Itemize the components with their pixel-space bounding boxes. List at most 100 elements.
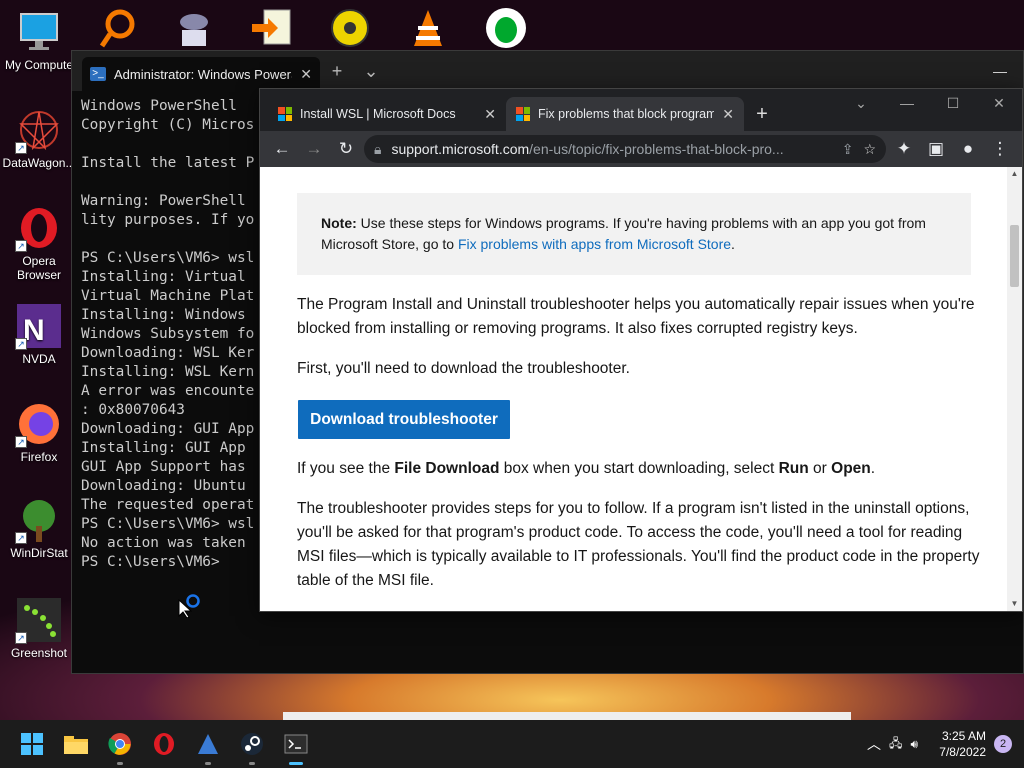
chevron-up-icon[interactable]: ︿ xyxy=(867,734,881,754)
desktop-icon-firefox[interactable]: ↗ Firefox xyxy=(0,400,78,464)
desktop-icon-datawagon[interactable]: ↗ DataWagon... xyxy=(0,106,78,170)
magnifier-icon xyxy=(99,9,135,48)
browser-tabbar: Install WSL | Microsoft Docs ✕ Fix probl… xyxy=(260,89,1022,131)
document-arrow-icon xyxy=(252,9,291,45)
terminal-tab-title: Administrator: Windows PowerS xyxy=(114,66,293,82)
scroll-down-icon[interactable]: ▼ xyxy=(1007,597,1022,611)
desktop-icon-disc-app[interactable] xyxy=(328,6,372,50)
extensions-icon[interactable]: ✦ xyxy=(890,135,918,163)
scrollbar[interactable]: ▲ ▼ xyxy=(1007,167,1022,611)
note-box: Note: Use these steps for Windows progra… xyxy=(297,193,971,275)
tab-fix-problems[interactable]: Fix problems that block program ✕ xyxy=(506,97,744,131)
taskbar-terminal[interactable] xyxy=(274,720,318,768)
greenshot-icon: ↗ xyxy=(15,596,63,644)
reload-icon[interactable]: ↻ xyxy=(332,135,360,163)
chrome-window[interactable]: Install WSL | Microsoft Docs ✕ Fix probl… xyxy=(259,88,1023,612)
back-arrow-icon[interactable]: ← xyxy=(268,135,296,163)
desktop-icon-search-app[interactable] xyxy=(96,6,140,50)
profile-icon[interactable]: ● xyxy=(954,135,982,163)
terminal-icon xyxy=(284,734,308,754)
opera-icon: ↗ xyxy=(15,204,63,252)
terminal-tab[interactable]: >_ Administrator: Windows PowerS ✕ xyxy=(82,57,320,91)
scrollbar-thumb[interactable] xyxy=(1010,225,1019,287)
browser-toolbar: ← → ↻ 🔒︎ support.microsoft.com/en-us/top… xyxy=(260,131,1022,167)
chevron-down-icon[interactable]: ⌄ xyxy=(838,89,884,117)
steam-icon xyxy=(241,733,263,755)
terminal-tabbar: >_ Administrator: Windows PowerS ✕ + ⌄ — xyxy=(72,51,1023,91)
close-window-button[interactable]: ✕ xyxy=(976,89,1022,117)
opera-icon xyxy=(154,733,174,755)
troubleshooter-steps-paragraph: The troubleshooter provides steps for yo… xyxy=(297,500,980,589)
minimize-button[interactable]: — xyxy=(884,89,930,117)
window-controls: ⌄ — ☐ ✕ xyxy=(838,89,1022,117)
network-icon[interactable]: 🖧︎ xyxy=(889,734,902,755)
system-tray: ︿ 🖧︎ 🔊︎ 3:25 AM 7/8/2022 2 xyxy=(867,728,1024,760)
clock-time: 3:25 AM xyxy=(941,729,986,743)
maximize-button[interactable]: ☐ xyxy=(930,89,976,117)
url-path: /en-us/topic/fix-problems-that-block-pro… xyxy=(529,141,784,157)
menu-icon[interactable]: ⋮ xyxy=(986,135,1014,163)
scroll-up-icon[interactable]: ▲ xyxy=(1007,167,1022,181)
start-button[interactable] xyxy=(10,720,54,768)
clock[interactable]: 3:25 AM 7/8/2022 xyxy=(926,728,986,760)
desktop-icon-nvda[interactable]: N ↗ NVDA xyxy=(0,302,78,366)
page-content: Note: Use these steps for Windows progra… xyxy=(260,167,1007,611)
vlc-cone-icon xyxy=(414,10,442,46)
speaker-icon[interactable]: 🔊︎ xyxy=(910,737,918,752)
clock-date: 7/8/2022 xyxy=(939,745,986,759)
url-host: support.microsoft.com xyxy=(391,141,530,157)
minimize-button[interactable]: — xyxy=(977,63,1023,79)
desktop-icon-opera[interactable]: ↗ Opera Browser xyxy=(0,204,78,282)
microsoft-logo-icon xyxy=(516,107,530,121)
satellite-icon xyxy=(180,14,208,46)
microsoft-logo-icon xyxy=(278,107,292,121)
busy-cursor-icon xyxy=(178,592,204,623)
disc-icon xyxy=(331,9,369,47)
desktop-icon-satellite-app[interactable] xyxy=(172,6,216,50)
close-icon[interactable]: ✕ xyxy=(300,66,312,83)
star-icon[interactable]: ☆ xyxy=(863,141,876,158)
monitor-icon xyxy=(15,8,63,56)
note-label: Note: xyxy=(321,215,357,231)
desktop-icon-file-app[interactable] xyxy=(250,6,294,50)
new-tab-button[interactable]: + xyxy=(320,61,354,82)
chevron-down-icon[interactable]: ⌄ xyxy=(354,61,388,82)
tab-title: Fix problems that block program xyxy=(538,107,715,121)
windirstat-icon: ↗ xyxy=(15,496,63,544)
nvda-icon: N ↗ xyxy=(15,302,63,350)
intro-paragraph: The Program Install and Uninstall troubl… xyxy=(297,296,975,337)
taskbar-app-blue[interactable] xyxy=(186,720,230,768)
share-icon[interactable]: ⇪ xyxy=(842,141,854,158)
close-icon[interactable]: ✕ xyxy=(722,106,734,123)
tab-title: Install WSL | Microsoft Docs xyxy=(300,107,456,121)
taskbar-chrome[interactable] xyxy=(98,720,142,768)
tab-install-wsl[interactable]: Install WSL | Microsoft Docs ✕ xyxy=(268,97,506,131)
desktop-icon-vlc[interactable] xyxy=(406,6,450,50)
taskbar: ︿ 🖧︎ 🔊︎ 3:25 AM 7/8/2022 2 xyxy=(0,720,1024,768)
forward-arrow-icon[interactable]: → xyxy=(300,135,328,163)
download-troubleshooter-button[interactable]: Download troubleshooter xyxy=(298,400,510,439)
store-apps-link[interactable]: Fix problems with apps from Microsoft St… xyxy=(458,236,731,252)
file-download-paragraph: If you see the File Download box when yo… xyxy=(297,460,876,477)
desktop-icon-evernote[interactable] xyxy=(484,6,528,50)
close-icon[interactable]: ✕ xyxy=(484,106,496,123)
desktop-icon-windirstat[interactable]: ↗ WinDirStat xyxy=(0,496,78,560)
windows-logo-icon xyxy=(21,733,43,755)
desktop-icon-greenshot[interactable]: ↗ Greenshot xyxy=(0,596,78,660)
blue-app-icon xyxy=(198,734,218,754)
first-step-paragraph: First, you'll need to download the troub… xyxy=(297,360,630,377)
desktop-icon-my-computer[interactable]: My Compute xyxy=(0,8,78,72)
lock-icon[interactable]: 🔒︎ xyxy=(374,141,381,158)
address-bar[interactable]: 🔒︎ support.microsoft.com/en-us/topic/fix… xyxy=(364,135,886,163)
new-tab-button[interactable]: + xyxy=(744,97,780,131)
notification-badge[interactable]: 2 xyxy=(994,735,1012,753)
evernote-icon xyxy=(486,8,526,48)
taskbar-file-explorer[interactable] xyxy=(54,720,98,768)
chrome-icon xyxy=(108,733,131,755)
folder-icon xyxy=(64,736,88,754)
datawagon-icon: ↗ xyxy=(15,106,63,154)
taskbar-opera[interactable] xyxy=(142,720,186,768)
taskbar-steam[interactable] xyxy=(230,720,274,768)
side-panel-icon[interactable]: ▣ xyxy=(922,135,950,163)
powershell-icon: >_ xyxy=(90,67,106,81)
